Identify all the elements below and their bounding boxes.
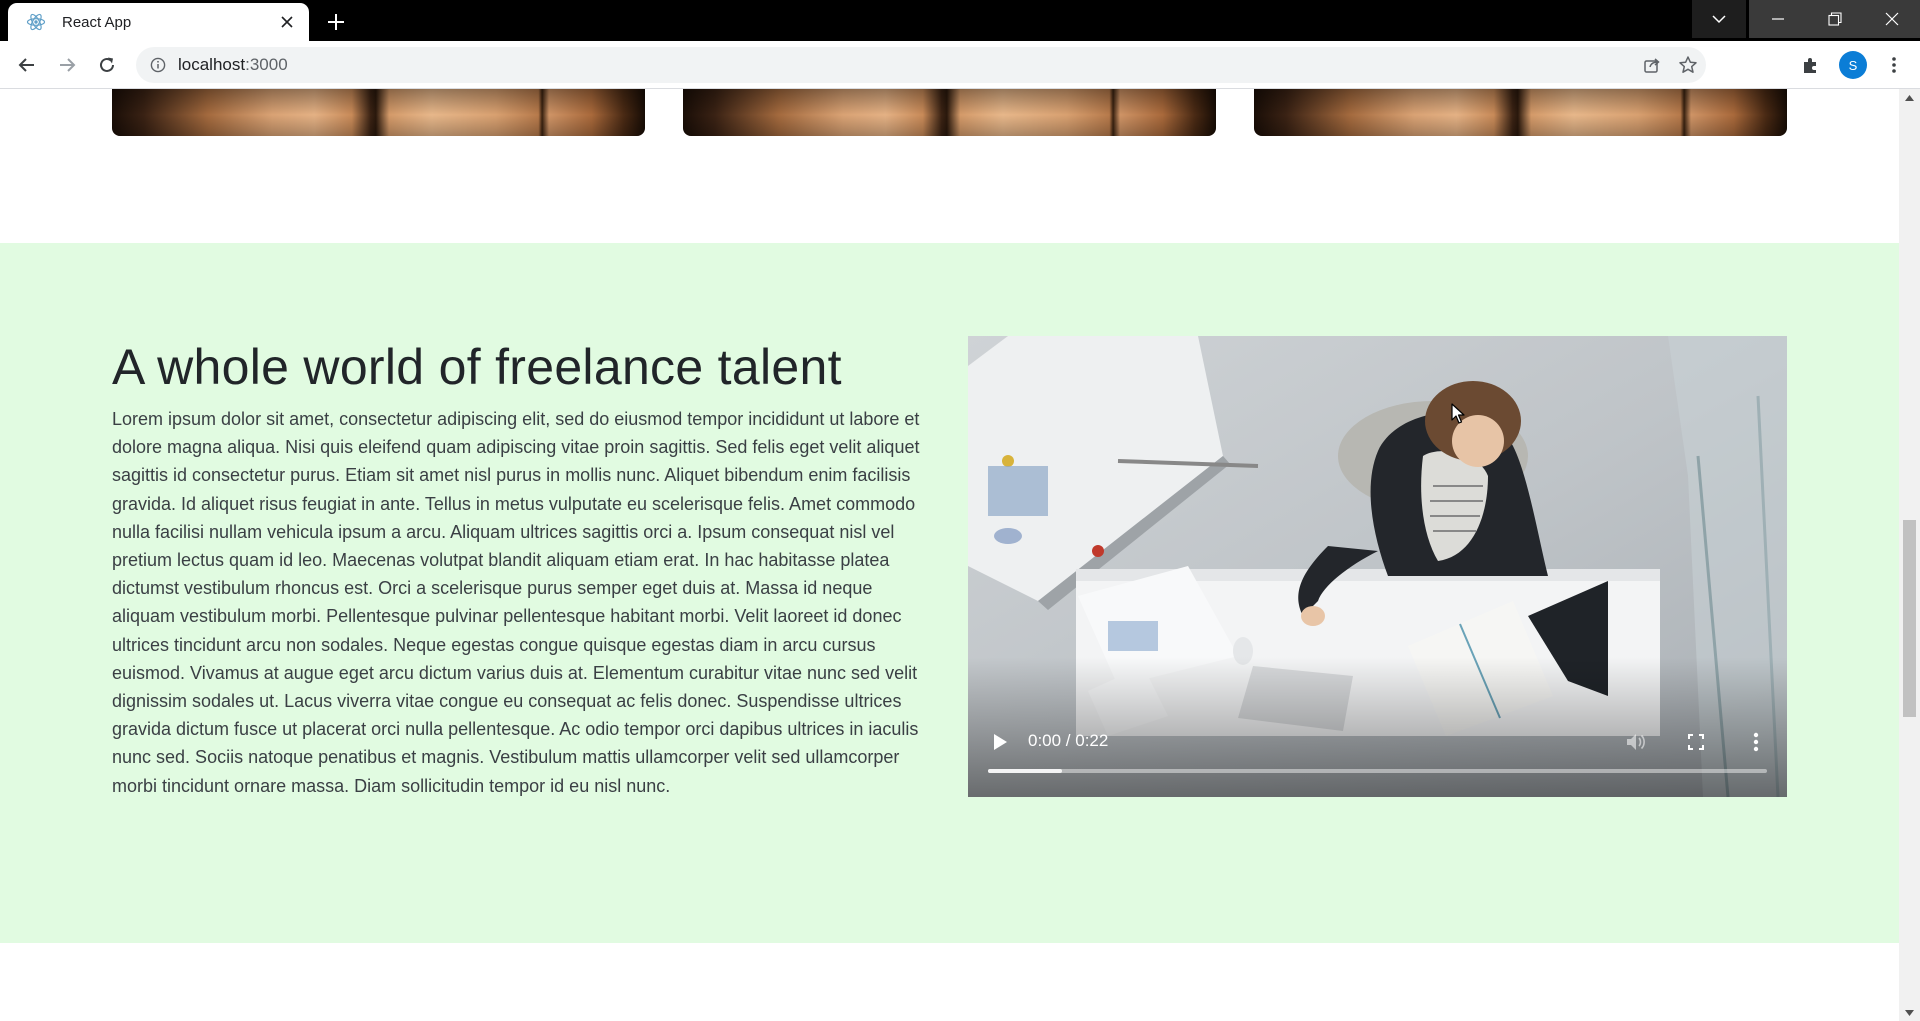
page-scrollbar[interactable] <box>1899 89 1920 1021</box>
reload-icon[interactable] <box>93 51 121 79</box>
section-body: Lorem ipsum dolor sit amet, consectetur … <box>112 409 920 796</box>
window-controls <box>1692 0 1920 38</box>
url-text[interactable]: localhost:3000 <box>178 55 288 75</box>
card-image <box>112 89 645 136</box>
chevron-down-icon[interactable] <box>1692 0 1746 38</box>
fullscreen-icon[interactable] <box>1684 730 1708 754</box>
minimize-icon[interactable] <box>1749 0 1806 38</box>
page-viewport: A whole world of freelance talent Lorem … <box>0 89 1899 1021</box>
browser-tab[interactable]: React App <box>8 3 309 41</box>
more-icon[interactable] <box>1744 730 1768 754</box>
restore-icon[interactable] <box>1806 0 1863 38</box>
tab-title: React App <box>62 13 132 31</box>
url-port: :3000 <box>245 55 288 74</box>
scrollbar-thumb[interactable] <box>1903 520 1916 717</box>
close-icon[interactable] <box>275 10 299 34</box>
window-close-icon[interactable] <box>1863 0 1920 38</box>
react-favicon-icon <box>26 12 46 32</box>
extensions-icon[interactable] <box>1797 51 1825 79</box>
url-host: localhost <box>178 55 246 74</box>
section-title: A whole world of freelance talent <box>112 339 842 395</box>
address-bar[interactable]: localhost:3000 <box>136 47 1706 83</box>
talent-section: A whole world of freelance talent Lorem … <box>0 243 1899 943</box>
scroll-up-icon[interactable] <box>1899 89 1920 106</box>
video-player[interactable]: 0:00 / 0:22 <box>968 336 1787 797</box>
video-buffer-bar <box>988 769 1062 773</box>
browser-toolbar: localhost:3000 S <box>0 41 1920 89</box>
play-icon[interactable] <box>988 730 1012 754</box>
star-icon[interactable] <box>1670 47 1706 83</box>
volume-icon[interactable] <box>1623 730 1649 754</box>
plus-icon[interactable] <box>322 8 350 36</box>
share-icon[interactable] <box>1634 47 1670 83</box>
video-controls-shade <box>968 657 1787 797</box>
back-arrow-icon[interactable] <box>13 51 41 79</box>
browser-titlebar: React App <box>0 0 1920 41</box>
avatar[interactable]: S <box>1839 51 1867 79</box>
card-image <box>683 89 1216 136</box>
kebab-menu-icon[interactable] <box>1880 51 1908 79</box>
card-image <box>1254 89 1787 136</box>
forward-arrow-icon[interactable] <box>53 51 81 79</box>
mouse-cursor-icon <box>1451 403 1465 424</box>
scroll-down-icon[interactable] <box>1899 1004 1920 1021</box>
video-progress-track[interactable] <box>988 769 1767 773</box>
video-time: 0:00 / 0:22 <box>1028 731 1109 750</box>
info-icon[interactable] <box>148 55 168 75</box>
